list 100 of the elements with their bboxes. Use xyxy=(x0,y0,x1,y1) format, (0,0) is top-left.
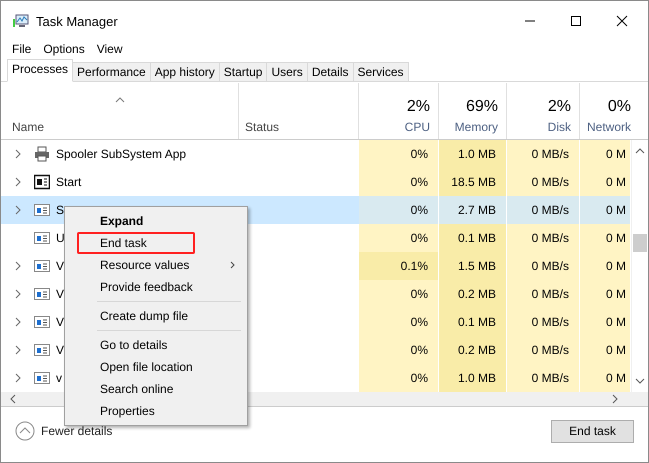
menu-item[interactable]: File xyxy=(12,42,32,56)
disk-cell: 0 MB/s xyxy=(507,280,580,308)
expand-chevron-icon[interactable] xyxy=(15,205,21,215)
cpu-cell: 0% xyxy=(359,168,439,196)
window-icon xyxy=(34,370,50,386)
scroll-right-icon[interactable] xyxy=(612,394,618,404)
expand-chevron-icon[interactable] xyxy=(15,177,21,187)
menu-item[interactable]: Properties xyxy=(67,400,245,422)
process-name: V xyxy=(56,343,64,357)
maximize-icon[interactable] xyxy=(570,15,582,27)
menu-item[interactable]: Options xyxy=(43,42,85,56)
scroll-up-icon[interactable] xyxy=(635,148,645,154)
monitor-icon xyxy=(13,13,29,29)
column-percent: 2% xyxy=(406,98,430,116)
menu-item[interactable]: Open file location xyxy=(67,356,245,378)
scroll-thumb[interactable] xyxy=(633,234,647,252)
tab[interactable]: Startup xyxy=(218,62,268,81)
network-cell: 0 M xyxy=(580,196,631,224)
column-percent: 69% xyxy=(466,98,498,116)
column-percent: 0% xyxy=(608,98,631,116)
expand-chevron-icon[interactable] xyxy=(15,289,21,299)
process-name: Spooler SubSystem App xyxy=(56,147,186,161)
tab[interactable]: Processes xyxy=(7,59,74,82)
menu-item[interactable]: Resource values xyxy=(67,254,245,276)
cpu-cell: 0% xyxy=(359,224,439,252)
tab[interactable]: Users xyxy=(266,62,308,81)
window-icon xyxy=(34,258,50,274)
disk-cell: 0 MB/s xyxy=(507,168,580,196)
fewer-details-toggle[interactable]: Fewer details xyxy=(15,421,112,441)
disk-cell: 0 MB/s xyxy=(507,140,580,168)
column-percent: 2% xyxy=(548,98,571,116)
window-icon xyxy=(34,314,50,330)
process-name: V xyxy=(56,287,64,301)
process-name: V xyxy=(56,315,64,329)
window-icon xyxy=(34,174,50,190)
disk-cell: 0 MB/s xyxy=(507,336,580,364)
process-name: v xyxy=(56,371,62,385)
cpu-cell: 0% xyxy=(359,364,439,392)
column-header[interactable]: Network xyxy=(586,120,631,134)
memory-cell: 2.7 MB xyxy=(439,196,507,224)
memory-cell: 0.2 MB xyxy=(439,280,507,308)
column-header[interactable]: Disk xyxy=(548,120,571,134)
menu-item[interactable]: Provide feedback xyxy=(67,276,245,298)
cpu-cell: 0% xyxy=(359,308,439,336)
column-header[interactable]: CPU xyxy=(404,120,430,134)
expand-chevron-icon[interactable] xyxy=(15,345,21,355)
process-name: U xyxy=(56,231,65,245)
window-title: Task Manager xyxy=(36,14,118,28)
process-name: S xyxy=(56,203,64,217)
menu-item[interactable]: Create dump file xyxy=(67,305,245,327)
column-header[interactable]: Status xyxy=(245,120,350,134)
network-cell: 0 M xyxy=(580,140,631,168)
disk-cell: 0 MB/s xyxy=(507,196,580,224)
process-name: Start xyxy=(56,175,82,189)
column-header[interactable]: Name xyxy=(12,120,230,134)
memory-cell: 0.2 MB xyxy=(439,336,507,364)
disk-cell: 0 MB/s xyxy=(507,224,580,252)
end-task-button[interactable]: End task xyxy=(551,420,634,442)
window-icon xyxy=(34,286,50,302)
tab[interactable]: Services xyxy=(352,62,409,81)
network-cell: 0 M xyxy=(580,224,631,252)
printer-icon xyxy=(34,146,50,162)
window-icon xyxy=(34,230,50,246)
close-icon[interactable] xyxy=(616,15,628,27)
menu-item[interactable]: End task xyxy=(67,232,245,254)
cpu-cell: 0.1% xyxy=(359,252,439,280)
expand-chevron-icon[interactable] xyxy=(15,373,21,383)
scroll-down-icon[interactable] xyxy=(635,378,645,384)
tab[interactable]: Details xyxy=(306,62,354,81)
network-cell: 0 M xyxy=(580,252,631,280)
expand-chevron-icon[interactable] xyxy=(15,261,21,271)
cpu-cell: 0% xyxy=(359,196,439,224)
memory-cell: 0.1 MB xyxy=(439,224,507,252)
process-name: V xyxy=(56,259,64,273)
vertical-scrollbar[interactable] xyxy=(631,140,648,392)
menu-item[interactable]: View xyxy=(96,42,122,56)
scroll-left-icon[interactable] xyxy=(10,394,16,404)
collapse-icon xyxy=(15,421,35,441)
network-cell: 0 M xyxy=(580,308,631,336)
memory-cell: 1.0 MB xyxy=(439,364,507,392)
memory-cell: 0.1 MB xyxy=(439,308,507,336)
memory-cell: 1.0 MB xyxy=(439,140,507,168)
menu-item[interactable]: Go to details xyxy=(67,334,245,356)
tab[interactable]: Performance xyxy=(72,62,151,81)
network-cell: 0 M xyxy=(580,280,631,308)
network-cell: 0 M xyxy=(580,168,631,196)
expand-chevron-icon[interactable] xyxy=(15,317,21,327)
expand-chevron-icon[interactable] xyxy=(15,149,21,159)
network-cell: 0 M xyxy=(580,336,631,364)
disk-cell: 0 MB/s xyxy=(507,308,580,336)
memory-cell: 18.5 MB xyxy=(439,168,507,196)
memory-cell: 1.5 MB xyxy=(439,252,507,280)
disk-cell: 0 MB/s xyxy=(507,364,580,392)
cpu-cell: 0% xyxy=(359,336,439,364)
cpu-cell: 0% xyxy=(359,280,439,308)
tab[interactable]: App history xyxy=(150,62,220,81)
menu-item[interactable]: Search online xyxy=(67,378,245,400)
column-header[interactable]: Memory xyxy=(454,120,498,134)
cpu-cell: 0% xyxy=(359,140,439,168)
disk-cell: 0 MB/s xyxy=(507,252,580,280)
